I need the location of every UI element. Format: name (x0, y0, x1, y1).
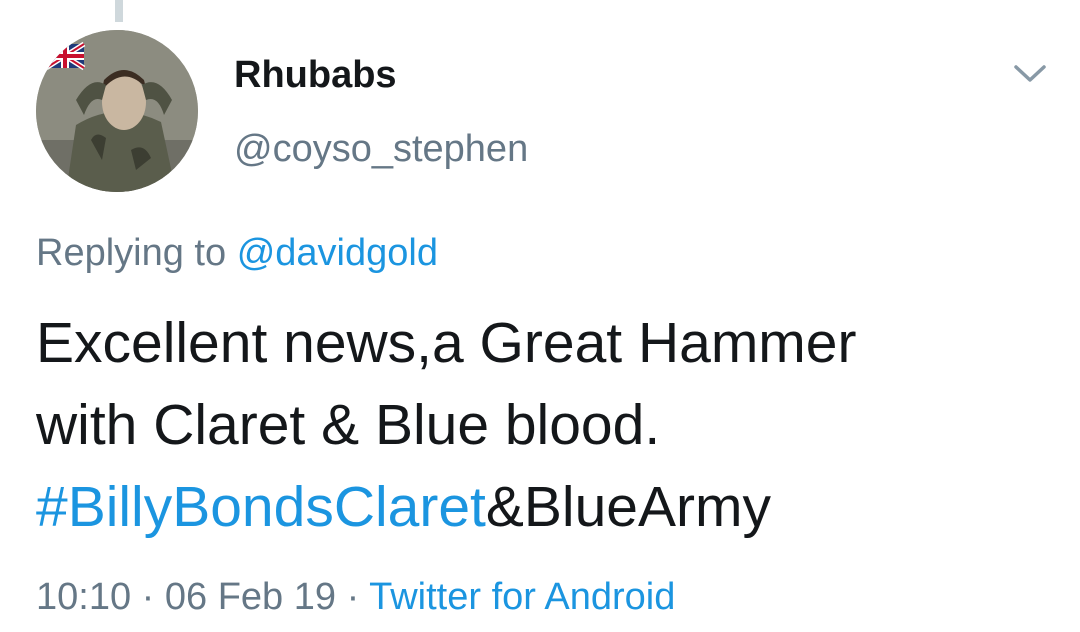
tweet-metadata: 10:10 · 06 Feb 19 · Twitter for Android (36, 578, 675, 616)
hashtag-link[interactable]: #BillyBondsClaret (36, 475, 486, 539)
tweet-text-line: Excellent news,a Great Hammer (36, 311, 857, 375)
tweet-menu-button[interactable] (1012, 58, 1048, 88)
replying-to-label: Replying to (36, 232, 227, 274)
avatar[interactable] (36, 30, 198, 192)
tweet-body: Excellent news,a Great Hammer with Clare… (36, 302, 1046, 548)
meta-separator: · (346, 576, 360, 618)
tweet-text-line: with Claret & Blue blood. (36, 393, 661, 457)
union-jack-icon (44, 41, 86, 71)
replying-to: Replying to @davidgold (36, 234, 438, 272)
tweet-client-link[interactable]: Twitter for Android (369, 576, 675, 618)
author-display-name[interactable]: Rhubabs (234, 56, 397, 94)
avatar-photo (36, 30, 198, 192)
tweet-text-line: #BillyBondsClaret&BlueArmy (36, 466, 1046, 548)
author-handle[interactable]: @coyso_stephen (234, 130, 528, 168)
reply-mention-link[interactable]: @davidgold (237, 232, 438, 274)
thread-connector-line (115, 0, 123, 22)
tweet-date[interactable]: 06 Feb 19 (165, 576, 336, 618)
tweet-time[interactable]: 10:10 (36, 576, 131, 618)
tweet-text-fragment: &BlueArmy (485, 475, 771, 539)
meta-separator: · (141, 576, 155, 618)
chevron-down-icon (1014, 65, 1046, 82)
